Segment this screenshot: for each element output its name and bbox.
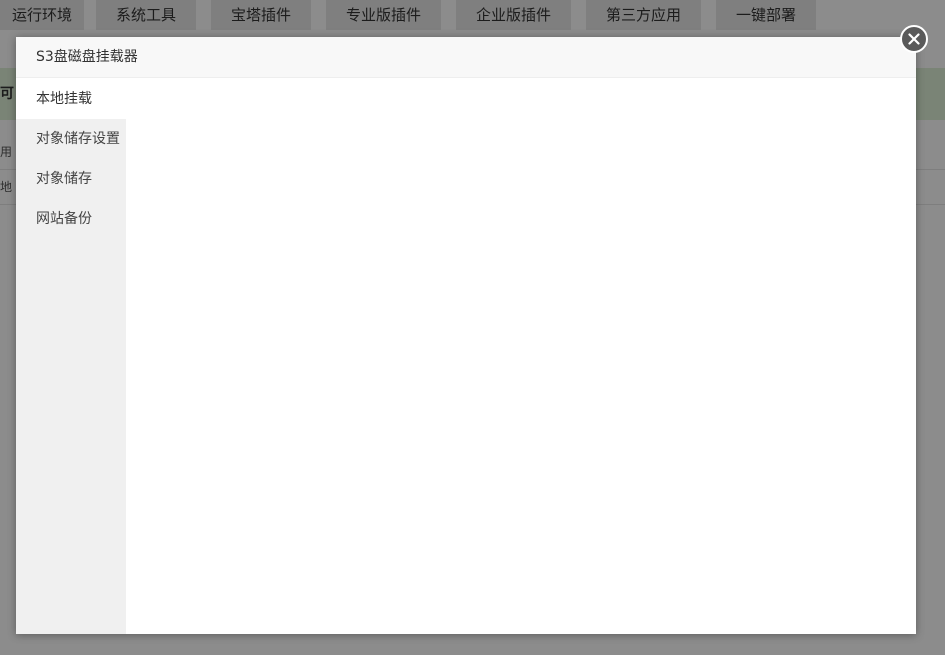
sidebar-item-site-backup[interactable]: 网站备份	[16, 199, 126, 239]
dialog-title: S3盘磁盘挂载器	[16, 37, 916, 78]
sidebar-item-label: 对象储存设置	[36, 131, 120, 147]
dialog-content-area	[126, 79, 916, 634]
sidebar-item-local-mount[interactable]: 本地挂载	[16, 79, 126, 119]
sidebar-item-label: 本地挂载	[36, 91, 92, 107]
close-dialog-button[interactable]	[900, 25, 928, 53]
sidebar-item-label: 网站备份	[36, 211, 92, 227]
sidebar-item-label: 对象储存	[36, 171, 92, 187]
close-icon	[908, 33, 920, 45]
dialog-sidebar: 本地挂载 对象储存设置 对象储存 网站备份	[16, 79, 126, 634]
sidebar-item-object-storage[interactable]: 对象储存	[16, 159, 126, 199]
sidebar-item-object-storage-settings[interactable]: 对象储存设置	[16, 119, 126, 159]
s3-mount-dialog: S3盘磁盘挂载器 本地挂载 对象储存设置 对象储存 网站备份	[16, 37, 916, 634]
